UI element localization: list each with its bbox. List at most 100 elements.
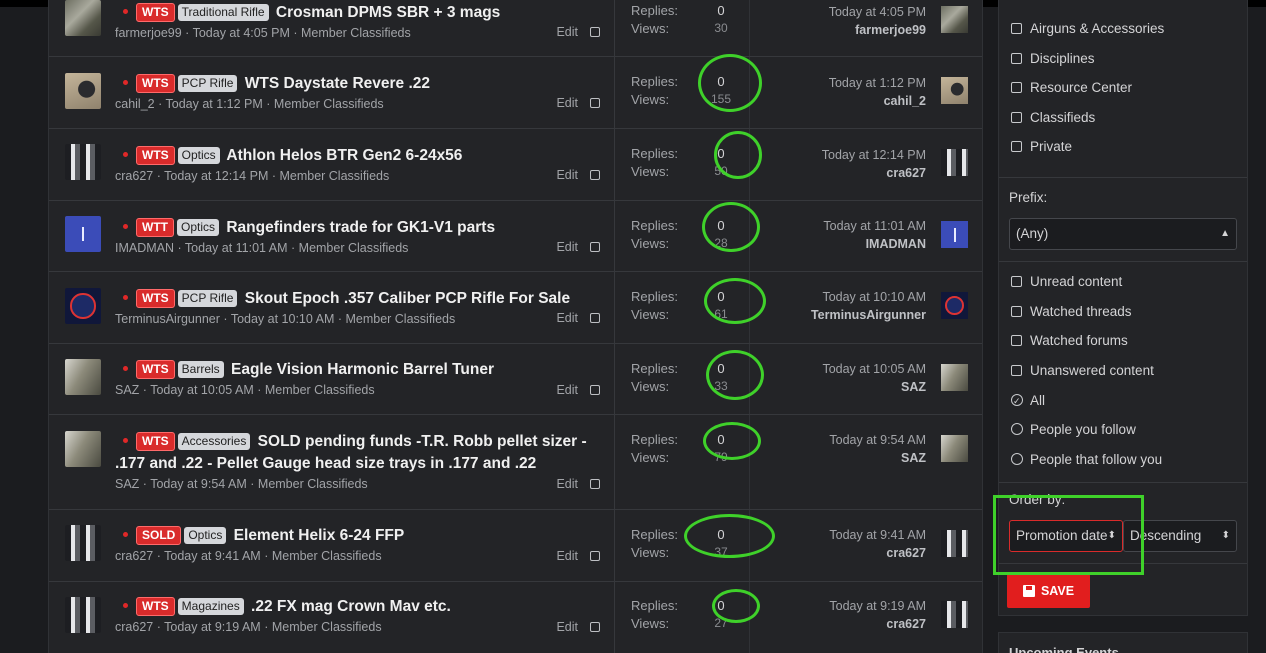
edit-link[interactable]: Edit [556,168,600,182]
last-post-user[interactable]: cra627 [726,615,926,633]
thread-time[interactable]: Today at 9:54 AM [150,477,247,491]
checkbox-icon[interactable] [1011,82,1022,93]
prefix-badge[interactable]: Optics [177,147,220,164]
table-row[interactable]: WTS Magazines .22 FX mag Crown Mav etc. c… [49,582,982,653]
thread-forum[interactable]: Member Classifieds [258,477,368,491]
avatar[interactable] [65,144,101,180]
thread-author[interactable]: cra627 [115,549,153,563]
checkbox-icon[interactable] [1011,141,1022,152]
prefix-badge[interactable]: Optics [177,219,220,236]
radio-icon[interactable] [1011,392,1023,410]
thread-author[interactable]: IMADMAN [115,241,174,255]
thread-author[interactable]: cra627 [115,620,153,634]
avatar[interactable] [65,597,101,633]
forum-filter-airguns[interactable]: Airguns & Accessories [1011,20,1164,38]
thread-title[interactable]: Skout Epoch .357 Caliber PCP Rifle For S… [245,290,570,307]
forum-filter-resource-center[interactable]: Resource Center [1011,79,1132,97]
edit-link[interactable]: Edit [556,96,600,110]
thread-author[interactable]: SAZ [115,383,139,397]
thread-time[interactable]: Today at 1:12 PM [166,97,263,111]
forum-filter-classifieds[interactable]: Classifieds [1011,109,1095,127]
thread-title-line[interactable]: WTS Optics Athlon Helos BTR Gen2 6-24x56 [115,145,614,167]
avatar[interactable] [65,359,101,395]
radio-people-you-follow[interactable]: People you follow [1011,421,1136,439]
thread-title-line[interactable]: SOLD Optics Element Helix 6-24 FFP [115,525,614,547]
filter-watched-threads[interactable]: Watched threads [1011,303,1132,321]
table-row[interactable]: WTT Optics Rangefinders trade for GK1-V1 … [49,201,982,272]
thread-title-line[interactable]: WTS Traditional Rifle Crosman DPMS SBR + … [115,2,614,24]
prefix-badge[interactable]: Optics [184,527,227,544]
select-checkbox[interactable] [590,242,600,252]
avatar[interactable] [65,431,101,467]
prefix-badge[interactable]: Barrels [177,361,224,378]
edit-link[interactable]: Edit [556,549,600,563]
radio-people-that-follow-you[interactable]: People that follow you [1011,451,1162,469]
select-checkbox[interactable] [590,551,600,561]
prefix-badge[interactable]: Accessories [177,433,251,450]
thread-title-line[interactable]: WTS Magazines .22 FX mag Crown Mav etc. [115,596,614,618]
thread-forum[interactable]: Member Classifieds [279,169,389,183]
thread-title[interactable]: Crosman DPMS SBR + 3 mags [276,4,500,21]
thread-forum[interactable]: Member Classifieds [274,97,384,111]
thread-time[interactable]: Today at 4:05 PM [193,26,290,40]
thread-title-line[interactable]: WTS PCP Rifle WTS Daystate Revere .22 [115,73,614,95]
last-post-user[interactable]: SAZ [726,449,926,467]
edit-link[interactable]: Edit [556,240,600,254]
thread-title-line[interactable]: WTT Optics Rangefinders trade for GK1-V1 … [115,217,614,239]
last-poster-avatar[interactable] [941,6,968,33]
table-row[interactable]: WTS PCP Rifle WTS Daystate Revere .22 cah… [49,57,982,129]
table-row[interactable]: WTS Traditional Rifle Crosman DPMS SBR + … [49,0,982,57]
checkbox-icon[interactable] [1011,23,1022,34]
checkbox-icon[interactable] [1011,53,1022,64]
prefix-badge[interactable]: Magazines [177,598,244,615]
last-poster-avatar[interactable] [941,364,968,391]
edit-link[interactable]: Edit [556,477,600,491]
thread-time[interactable]: Today at 12:14 PM [164,169,268,183]
last-poster-avatar[interactable] [941,149,968,176]
avatar[interactable] [65,525,101,561]
thread-author[interactable]: cra627 [115,169,153,183]
save-button[interactable]: SAVE [1007,574,1090,608]
filter-watched-forums[interactable]: Watched forums [1011,332,1128,350]
thread-title-line[interactable]: WTS Accessories SOLD pending funds -T.R. … [115,431,614,475]
last-poster-avatar[interactable] [941,221,968,248]
forum-filter-disciplines[interactable]: Disciplines [1011,50,1095,68]
select-checkbox[interactable] [590,27,600,37]
thread-title[interactable]: Eagle Vision Harmonic Barrel Tuner [231,361,494,378]
checkbox-icon[interactable] [1011,335,1022,346]
thread-author[interactable]: TerminusAirgunner [115,312,220,326]
thread-author[interactable]: cahil_2 [115,97,155,111]
thread-author[interactable]: SAZ [115,477,139,491]
last-poster-avatar[interactable] [941,435,968,462]
checkbox-icon[interactable] [1011,365,1022,376]
edit-link[interactable]: Edit [556,25,600,39]
select-checkbox[interactable] [590,622,600,632]
last-post-user[interactable]: farmerjoe99 [726,21,926,39]
forum-filter-private[interactable]: Private [1011,138,1072,156]
checkbox-icon[interactable] [1011,306,1022,317]
edit-link[interactable]: Edit [556,311,600,325]
edit-link[interactable]: Edit [556,620,600,634]
thread-title[interactable]: .22 FX mag Crown Mav etc. [251,598,451,615]
edit-link[interactable]: Edit [556,383,600,397]
checkbox-icon[interactable] [1011,276,1022,287]
last-poster-avatar[interactable] [941,77,968,104]
prefix-select[interactable]: (Any) ▲ [1009,218,1237,250]
thread-time[interactable]: Today at 10:10 AM [231,312,335,326]
thread-forum[interactable]: Member Classifieds [272,620,382,634]
table-row[interactable]: WTS Accessories SOLD pending funds -T.R. … [49,415,982,510]
avatar[interactable] [65,73,101,109]
thread-title-line[interactable]: WTS PCP Rifle Skout Epoch .357 Caliber PC… [115,288,614,310]
select-checkbox[interactable] [590,170,600,180]
thread-title[interactable]: Rangefinders trade for GK1-V1 parts [226,219,495,236]
thread-time[interactable]: Today at 10:05 AM [150,383,254,397]
prefix-badge[interactable]: PCP Rifle [177,75,238,92]
radio-icon[interactable] [1011,453,1023,465]
select-checkbox[interactable] [590,479,600,489]
table-row[interactable]: WTS Optics Athlon Helos BTR Gen2 6-24x56 … [49,129,982,201]
table-row[interactable]: WTS PCP Rifle Skout Epoch .357 Caliber PC… [49,272,982,344]
thread-time[interactable]: Today at 11:01 AM [185,241,288,255]
avatar[interactable] [65,216,101,252]
filter-unanswered[interactable]: Unanswered content [1011,362,1154,380]
thread-forum[interactable]: Member Classifieds [265,383,375,397]
